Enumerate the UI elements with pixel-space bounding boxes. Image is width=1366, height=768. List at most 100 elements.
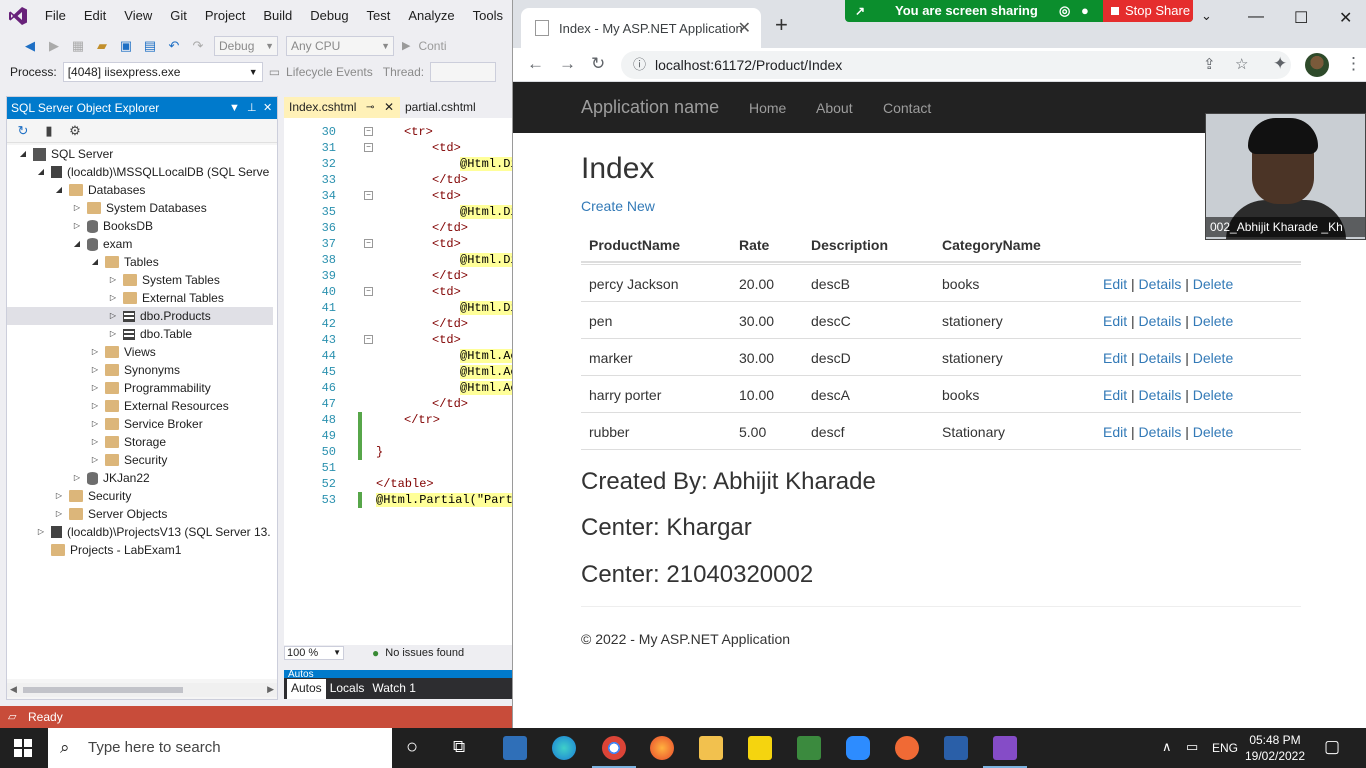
tree-node[interactable]: ◢ SQL Server [7,145,273,163]
collapse-arrow-icon[interactable]: ◢ [53,181,65,199]
details-link[interactable]: Details [1139,350,1182,366]
code-line[interactable]: 36 </td> [284,220,512,236]
tab-index-cshtml[interactable]: Index.cshtml ⊸ ✕ [284,97,400,118]
profile-avatar[interactable] [1305,53,1329,77]
save-all-icon[interactable]: ▤ [142,38,158,54]
menu-edit[interactable]: Edit [75,0,115,32]
code-line[interactable]: 45 @Html.Ac [284,364,512,380]
edit-link[interactable]: Edit [1103,387,1127,403]
back-navigate-icon[interactable]: ◀ [22,38,38,54]
file-explorer-icon[interactable] [699,736,723,760]
delete-link[interactable]: Delete [1193,313,1233,329]
app-window-icon[interactable] [944,736,968,760]
menu-test[interactable]: Test [358,0,400,32]
code-line[interactable]: 51 [284,460,512,476]
new-project-icon[interactable]: ▦ [70,38,86,54]
new-tab-plus-icon[interactable]: + [775,14,788,36]
code-line[interactable]: 31 − <td> [284,140,512,156]
postman-app-icon[interactable] [895,736,919,760]
pin-icon[interactable]: ⊸ [366,97,374,118]
code-line[interactable]: 39 </td> [284,268,512,284]
continue-button[interactable]: Conti [418,39,446,53]
tree-node[interactable]: ▷ Storage [7,433,273,451]
expand-arrow-icon[interactable]: ▷ [53,487,65,505]
tree-node[interactable]: ▷ Security [7,487,273,505]
scroll-left-icon[interactable]: ◀ [10,684,17,695]
tree-node[interactable]: ◢ Tables [7,253,273,271]
code-line[interactable]: 37 − <td> [284,236,512,252]
expand-arrow-icon[interactable]: ▷ [89,361,101,379]
taskbar-clock[interactable]: 05:48 PM 19/02/2022 [1240,732,1310,764]
collapse-arrow-icon[interactable]: ◢ [17,145,29,163]
expand-arrow-icon[interactable]: ▷ [107,289,119,307]
undo-icon[interactable]: ↶ [166,38,182,54]
expand-arrow-icon[interactable]: ▷ [89,343,101,361]
close-tab-icon[interactable]: ✕ [384,97,394,118]
tree-node[interactable]: ▷ JKJan22 [7,469,273,487]
tree-node[interactable]: ▷ Synonyms [7,361,273,379]
battery-icon[interactable]: ▭ [1186,739,1198,755]
tree-node[interactable]: ▷ (localdb)\ProjectsV13 (SQL Server 13. [7,523,273,541]
bookmark-star-icon[interactable]: ☆ [1235,51,1248,79]
horizontal-scrollbar[interactable]: ◀ ▶ [7,683,277,697]
code-line[interactable]: 53 @Html.Partial("Parti [284,492,512,508]
edit-link[interactable]: Edit [1103,276,1127,292]
tree-node[interactable]: Projects - LabExam1 [7,541,273,559]
code-line[interactable]: 50} [284,444,512,460]
notifications-icon[interactable]: ▢ [1324,737,1340,757]
delete-link[interactable]: Delete [1193,276,1233,292]
tree-node[interactable]: ▷ System Databases [7,199,273,217]
browser-tab[interactable]: Index - My ASP.NET Application ✕ [521,8,761,48]
code-line[interactable]: 38 @Html.Di [284,252,512,268]
tree-node[interactable]: ▷ dbo.Products [7,307,273,325]
process-select[interactable]: [4048] iisexpress.exe ▼ [62,62,263,82]
nav-contact-link[interactable]: Contact [883,100,931,116]
expand-arrow-icon[interactable]: ▷ [71,217,83,235]
code-line[interactable]: 42 </td> [284,316,512,332]
code-line[interactable]: 41 @Html.Di [284,300,512,316]
expand-arrow-icon[interactable]: ▷ [89,451,101,469]
visual-studio-taskbar-icon[interactable] [983,736,1027,768]
taskbar-search-box[interactable]: ⌕ Type here to search [48,728,392,768]
expand-arrow-icon[interactable]: ▷ [71,199,83,217]
tab-partial-cshtml[interactable]: partial.cshtml [400,97,512,118]
menu-file[interactable]: File [36,0,75,32]
spreadsheet-app-icon[interactable] [797,736,821,760]
chevron-down-icon[interactable]: ▼ [229,97,240,119]
expand-arrow-icon[interactable]: ▷ [107,325,119,343]
task-view-icon[interactable]: ⧉ [453,737,465,757]
tree-node[interactable]: ▷ Programmability [7,379,273,397]
forward-navigate-icon[interactable]: ▶ [46,38,62,54]
chrome-browser-icon[interactable] [592,736,636,768]
expand-arrow-icon[interactable]: ▷ [107,307,119,325]
tree-node[interactable]: ◢ exam [7,235,273,253]
continue-icon[interactable]: ▶ [402,39,410,52]
calculator-app-icon[interactable] [503,736,527,760]
thread-select[interactable] [430,62,497,82]
code-line[interactable]: 46 @Html.Ac [284,380,512,396]
collapse-arrow-icon[interactable]: ◢ [35,163,47,181]
edge-browser-icon[interactable] [552,736,576,760]
details-link[interactable]: Details [1139,424,1182,440]
stop-share-button[interactable]: Stop Share [1103,0,1193,22]
tree-node[interactable]: ▷ External Tables [7,289,273,307]
expand-arrow-icon[interactable]: ▷ [89,379,101,397]
issues-status[interactable]: No issues found [385,647,464,659]
delete-link[interactable]: Delete [1193,350,1233,366]
fold-toggle-icon[interactable]: − [364,239,373,248]
address-bar[interactable]: ⓘ localhost:61172/Product/Index ⇪ ☆ [621,51,1291,79]
cortana-icon[interactable]: ○ [406,736,418,759]
visual-studio-logo-icon[interactable] [0,0,36,32]
save-icon[interactable]: ▣ [118,38,134,54]
redo-icon[interactable]: ↷ [190,38,206,54]
code-line[interactable]: 48 </tr> [284,412,512,428]
fold-toggle-icon[interactable]: − [364,191,373,200]
add-server-icon[interactable]: ▮ [41,123,57,139]
menu-project[interactable]: Project [196,0,254,32]
fold-toggle-icon[interactable]: − [364,127,373,136]
tree-node[interactable]: ▷ Views [7,343,273,361]
fold-toggle-icon[interactable]: − [364,143,373,152]
expand-arrow-icon[interactable]: ▷ [35,523,47,541]
site-info-icon[interactable]: ⓘ [633,51,646,79]
details-link[interactable]: Details [1139,313,1182,329]
